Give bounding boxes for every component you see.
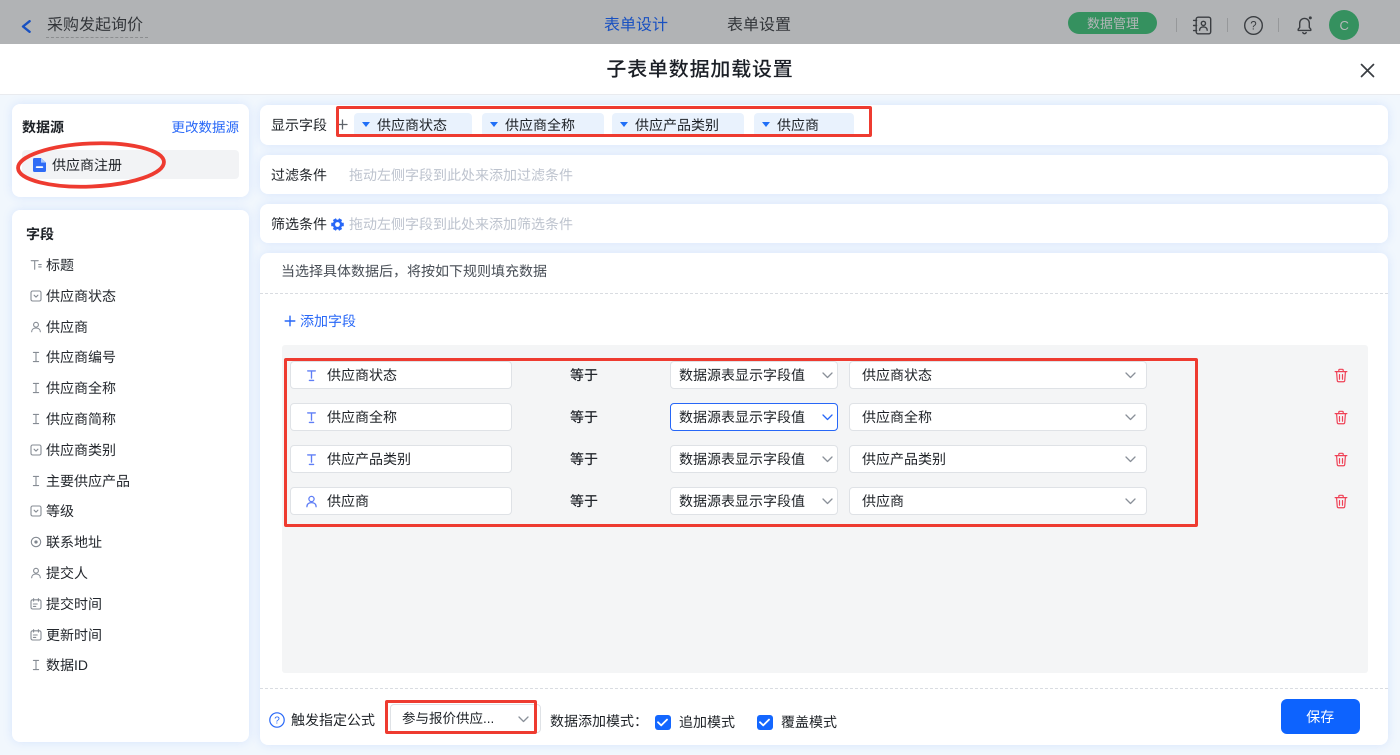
- svg-text:?: ?: [274, 715, 280, 726]
- svg-text:?: ?: [1250, 21, 1256, 33]
